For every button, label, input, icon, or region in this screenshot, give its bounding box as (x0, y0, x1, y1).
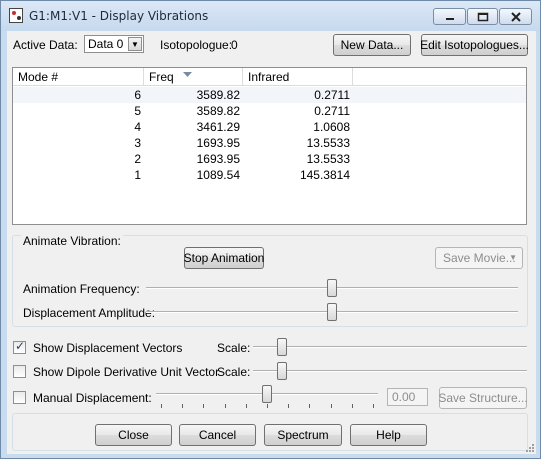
slider-tick (373, 404, 374, 408)
column-header-mode[interactable]: Mode # (13, 68, 144, 86)
slider-thumb[interactable] (262, 385, 272, 403)
manual-displacement-checkbox[interactable]: ✓ (13, 391, 26, 404)
window-title: G1:M1:V1 - Display Vibrations (29, 9, 209, 23)
animation-frequency-slider[interactable] (146, 278, 518, 298)
checkmark-icon: ✓ (15, 339, 26, 353)
slider-thumb[interactable] (327, 303, 337, 321)
animate-vibration-label: Animate Vibration: (21, 234, 123, 248)
minimize-icon (445, 17, 454, 20)
slider-thumb[interactable] (327, 279, 337, 297)
dipole-scale-slider[interactable] (253, 361, 527, 381)
slider-thumb[interactable] (277, 362, 287, 380)
minimize-button[interactable] (433, 8, 466, 25)
save-movie-button[interactable]: Save Movie... ▼ (435, 247, 523, 269)
dropdown-arrow-icon[interactable]: ▼ (128, 37, 142, 51)
cell-mode: 6 (134, 88, 141, 102)
isotopologue-value: 0 (231, 38, 238, 52)
sort-descending-icon (183, 72, 192, 77)
dialog-client-area: Active Data: Data 0 ▼ Isotopologue: 0 Ne… (7, 31, 536, 454)
slider-tick (351, 404, 353, 408)
manual-displacement-label[interactable]: Manual Displacement: (33, 391, 152, 405)
cell-infrared: 1.0608 (313, 120, 350, 134)
cell-freq: 3461.29 (196, 120, 240, 134)
cell-mode: 4 (134, 120, 141, 134)
animation-frequency-label: Animation Frequency: (23, 282, 140, 296)
close-button[interactable]: Close (95, 424, 172, 446)
show-displacement-vectors-checkbox[interactable]: ✓ (13, 339, 26, 354)
active-data-combo[interactable]: Data 0 ▼ (84, 35, 144, 53)
table-row[interactable]: 4 3461.29 1.0608 (13, 119, 526, 135)
cell-mode: 3 (134, 136, 141, 150)
slider-track (253, 370, 527, 372)
maximize-button[interactable] (467, 8, 498, 25)
cancel-button[interactable]: Cancel (179, 424, 256, 446)
manual-displacement-value[interactable]: 0.00 (387, 388, 428, 406)
slider-ticks (156, 404, 378, 408)
cell-freq: 3589.82 (196, 88, 240, 102)
slider-tick (245, 404, 247, 408)
vibrations-table[interactable]: Mode # Freq Infrared 6 3589.82 0.2711 5 3589… (12, 67, 527, 225)
cell-freq: 3589.82 (196, 104, 240, 118)
manual-displacement-slider[interactable] (156, 384, 378, 408)
save-movie-label: Save Movie... (443, 251, 516, 265)
table-row[interactable]: 2 1693.95 13.5533 (13, 151, 526, 167)
close-window-button[interactable] (499, 8, 532, 25)
cell-infrared: 13.5533 (306, 136, 350, 150)
slider-tick (161, 404, 162, 408)
slider-tick (224, 404, 226, 408)
cell-infrared: 145.3814 (299, 168, 350, 182)
close-icon (510, 11, 521, 22)
cell-freq: 1693.95 (196, 136, 240, 150)
isotopologue-label: Isotopologue: (160, 38, 233, 52)
column-header-freq-label: Freq (149, 70, 174, 84)
active-data-label: Active Data: (13, 38, 78, 52)
column-header-freq[interactable]: Freq (144, 68, 243, 86)
display-vibrations-window: G1:M1:V1 - Display Vibrations Active Dat… (0, 0, 541, 459)
save-structure-button[interactable]: Save Structure... (438, 387, 528, 409)
slider-tick (182, 404, 184, 408)
column-header-infrared[interactable]: Infrared (243, 68, 353, 86)
edit-isotopologues-button[interactable]: Edit Isotopologues... (420, 34, 529, 56)
slider-thumb[interactable] (277, 338, 287, 356)
slider-tick (203, 404, 205, 408)
app-icon (9, 8, 23, 23)
resize-grip-icon[interactable] (524, 442, 534, 452)
slider-tick (330, 404, 332, 408)
cell-mode: 2 (134, 152, 141, 166)
show-displacement-vectors-label[interactable]: Show Displacement Vectors (33, 341, 182, 355)
dipole-scale-label: Scale: (217, 365, 251, 379)
show-dipole-derivative-label[interactable]: Show Dipole Derivative Unit Vector (33, 365, 219, 379)
displacement-amplitude-slider[interactable] (146, 302, 518, 322)
title-bar[interactable]: G1:M1:V1 - Display Vibrations (1, 1, 540, 31)
show-dipole-derivative-checkbox[interactable]: ✓ (13, 365, 26, 378)
cell-infrared: 13.5533 (306, 152, 350, 166)
slider-tick (288, 404, 290, 408)
table-row[interactable]: 3 1693.95 13.5533 (13, 135, 526, 151)
cell-mode: 1 (134, 168, 141, 182)
cell-infrared: 0.2711 (314, 104, 350, 118)
displacement-scale-label: Scale: (217, 341, 251, 355)
slider-tick (309, 404, 311, 408)
cell-mode: 5 (134, 104, 141, 118)
help-button[interactable]: Help (350, 424, 427, 446)
slider-tick (267, 404, 268, 408)
active-data-value: Data 0 (88, 37, 124, 51)
table-header: Mode # Freq Infrared (13, 68, 526, 86)
dropdown-arrow-icon: ▼ (509, 253, 517, 262)
new-data-button[interactable]: New Data... (333, 34, 411, 56)
cell-infrared: 0.2711 (314, 88, 350, 102)
table-row[interactable]: 1 1089.54 145.3814 (13, 167, 526, 183)
displacement-amplitude-label: Displacement Amplitude: (23, 306, 156, 320)
slider-track (253, 346, 527, 348)
stop-animation-button[interactable]: Stop Animation (184, 247, 264, 269)
displacement-scale-slider[interactable] (253, 337, 527, 357)
cell-freq: 1089.54 (196, 168, 240, 182)
table-row[interactable]: 6 3589.82 0.2711 (13, 87, 526, 103)
maximize-icon (477, 12, 488, 21)
cell-freq: 1693.95 (196, 152, 240, 166)
spectrum-button[interactable]: Spectrum (264, 424, 342, 446)
table-row[interactable]: 5 3589.82 0.2711 (13, 103, 526, 119)
